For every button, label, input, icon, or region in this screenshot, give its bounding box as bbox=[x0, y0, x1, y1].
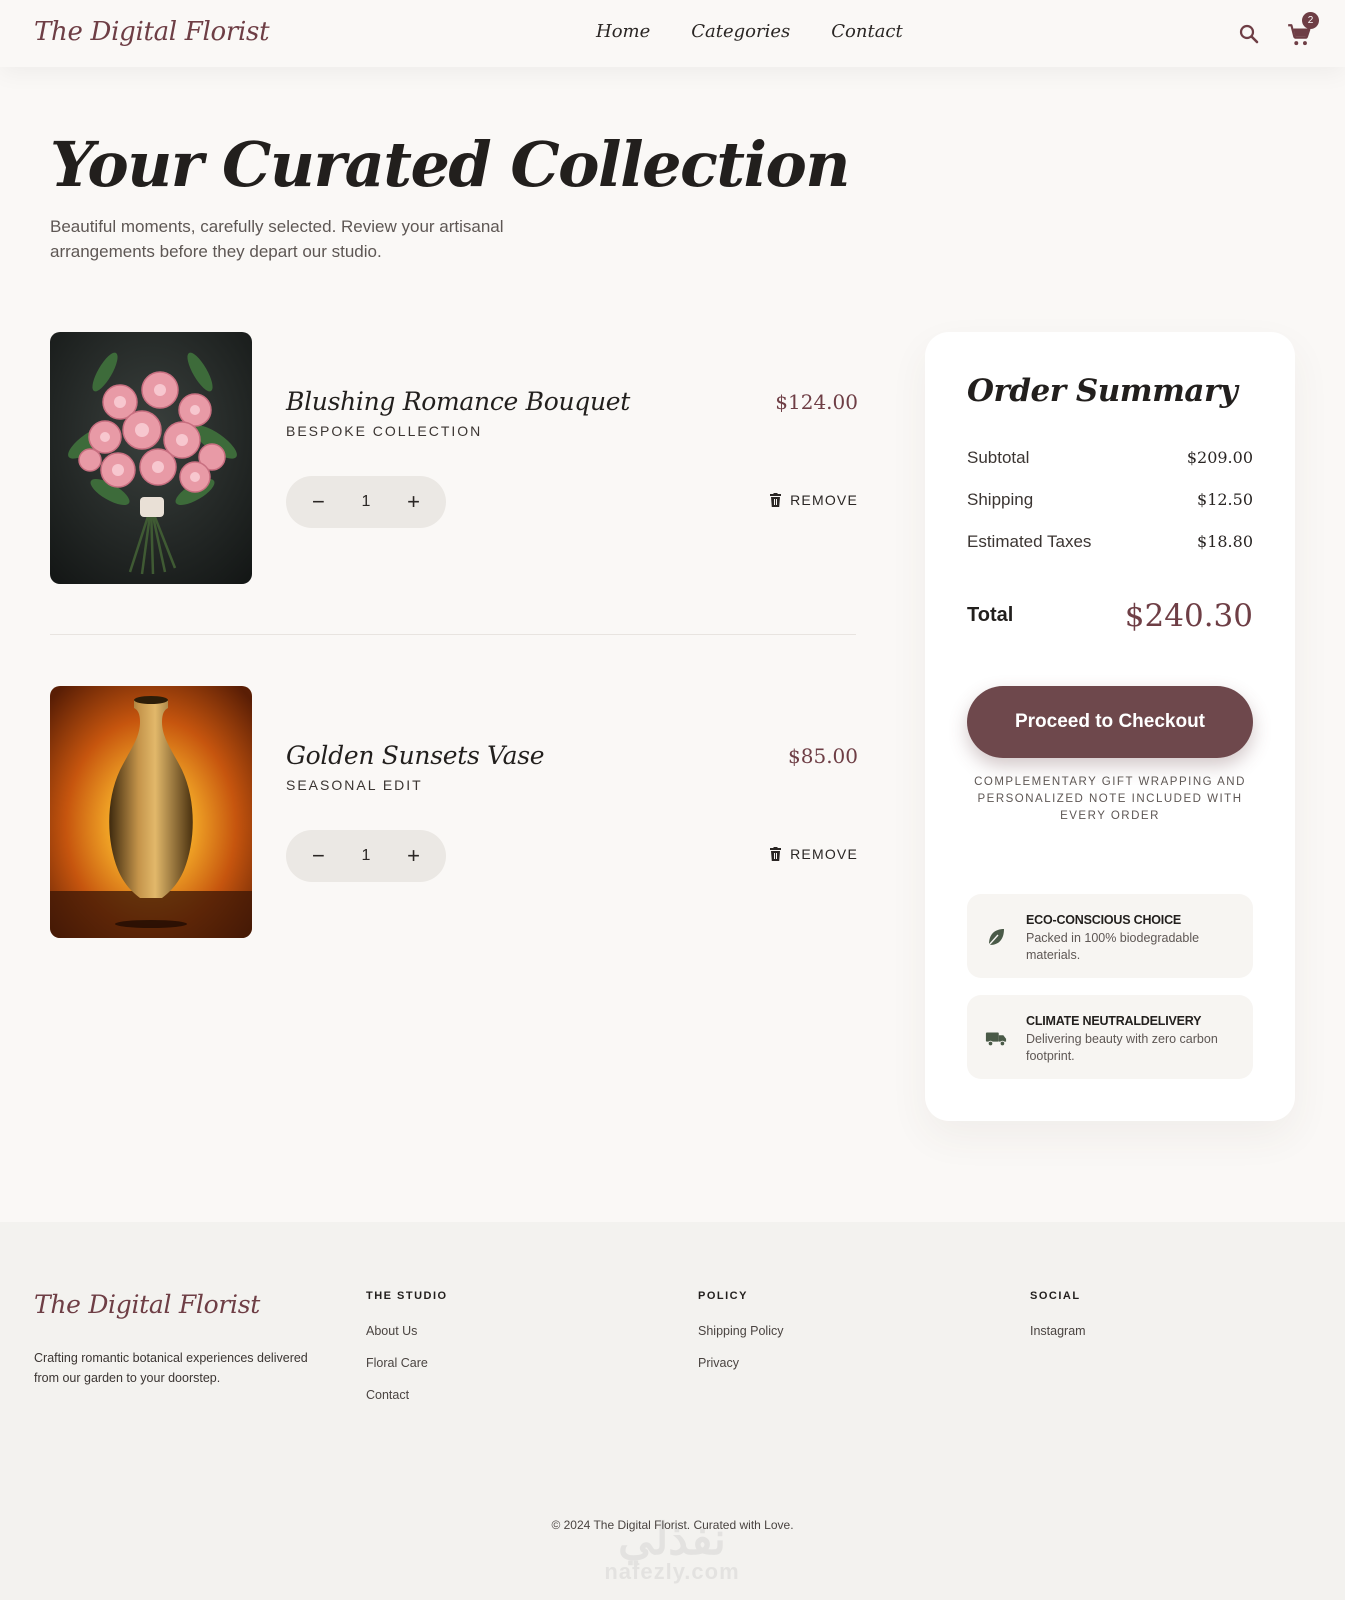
checkout-button[interactable]: Proceed to Checkout bbox=[967, 686, 1253, 758]
footer-link-instagram[interactable]: Instagram bbox=[1030, 1324, 1086, 1338]
total-value: $240.30 bbox=[1124, 598, 1253, 634]
trash-icon bbox=[770, 493, 782, 507]
shipping-row: Shipping $12.50 bbox=[967, 490, 1253, 510]
subtotal-value: $209.00 bbox=[1186, 448, 1253, 467]
item-divider bbox=[50, 634, 856, 635]
remove-button[interactable]: REMOVE bbox=[769, 846, 858, 862]
subtotal-label: Subtotal bbox=[967, 448, 1030, 467]
badge-title: CLIMATE NEUTRALDELIVERY bbox=[1026, 1014, 1202, 1028]
quantity-value: 1 bbox=[361, 847, 371, 864]
cart-item: Golden Sunsets Vase SEASONAL EDIT $85.00… bbox=[50, 686, 858, 938]
gift-note: COMPLEMENTARY GIFT WRAPPING AND PERSONAL… bbox=[974, 776, 1246, 822]
remove-label: REMOVE bbox=[790, 492, 858, 508]
footer-brand[interactable]: The Digital Florist bbox=[34, 1290, 260, 1319]
page-subtitle: Beautiful moments, carefully selected. R… bbox=[50, 217, 504, 261]
vase-image bbox=[50, 686, 252, 938]
bouquet-image bbox=[50, 332, 252, 584]
cart-item: Blushing Romance Bouquet BESPOKE COLLECT… bbox=[50, 332, 858, 584]
footer-column-policy: POLICY Shipping Policy Privacy bbox=[698, 1290, 783, 1388]
nav-link-contact[interactable]: Contact bbox=[831, 21, 902, 42]
badge-text: Delivering beauty with zero carbon footp… bbox=[1026, 1032, 1218, 1063]
remove-button[interactable]: REMOVE bbox=[769, 492, 858, 508]
taxes-value: $18.80 bbox=[1197, 532, 1253, 551]
quantity-stepper: − 1 + bbox=[286, 476, 446, 528]
top-nav: The Digital Florist Home Categories Cont… bbox=[0, 0, 1345, 67]
taxes-row: Estimated Taxes $18.80 bbox=[967, 532, 1253, 552]
eco-badge: ECO-CONSCIOUS CHOICE Packed in 100% biod… bbox=[967, 894, 1253, 978]
footer-heading: POLICY bbox=[698, 1290, 748, 1302]
footer-heading: THE STUDIO bbox=[366, 1290, 448, 1302]
quantity-value: 1 bbox=[361, 493, 371, 510]
footer-column-social: SOCIAL Instagram bbox=[1030, 1290, 1086, 1356]
main-nav-links: Home Categories Contact bbox=[596, 21, 903, 42]
brand-logo[interactable]: The Digital Florist bbox=[34, 17, 270, 47]
order-summary-title: Order Summary bbox=[967, 373, 1238, 409]
badge-text: Packed in 100% biodegradable materials. bbox=[1026, 931, 1200, 962]
shipping-label: Shipping bbox=[967, 490, 1034, 509]
item-collection: BESPOKE COLLECTION bbox=[286, 423, 483, 439]
decrement-button[interactable]: − bbox=[312, 845, 325, 867]
search-icon[interactable] bbox=[1237, 22, 1261, 46]
footer-column-studio: THE STUDIO About Us Floral Care Contact bbox=[366, 1290, 448, 1420]
total-label: Total bbox=[967, 604, 1014, 626]
remove-label: REMOVE bbox=[790, 846, 858, 862]
delivery-badge: CLIMATE NEUTRALDELIVERY Delivering beaut… bbox=[967, 995, 1253, 1079]
nav-link-categories[interactable]: Categories bbox=[691, 21, 790, 42]
item-collection: SEASONAL EDIT bbox=[286, 777, 423, 793]
taxes-label: Estimated Taxes bbox=[967, 532, 1092, 551]
watermark-arabic: نفذلي bbox=[618, 1515, 726, 1564]
footer-link-about[interactable]: About Us bbox=[366, 1324, 448, 1338]
footer-link-shipping-policy[interactable]: Shipping Policy bbox=[698, 1324, 783, 1338]
watermark-logo: نفذلي nafezly.com bbox=[592, 1514, 752, 1600]
footer-link-contact[interactable]: Contact bbox=[366, 1388, 448, 1402]
decrement-button[interactable]: − bbox=[312, 491, 325, 513]
footer-description: Crafting romantic botanical experiences … bbox=[34, 1351, 308, 1385]
leaf-icon bbox=[988, 929, 1004, 946]
shipping-value: $12.50 bbox=[1197, 490, 1253, 509]
order-summary-card: Order Summary Subtotal $209.00 Shipping … bbox=[925, 332, 1295, 1121]
trash-icon bbox=[770, 847, 782, 861]
nav-link-home[interactable]: Home bbox=[596, 21, 650, 42]
footer-link-privacy[interactable]: Privacy bbox=[698, 1356, 783, 1370]
item-name[interactable]: Blushing Romance Bouquet bbox=[286, 387, 630, 416]
watermark-latin: nafezly.com bbox=[604, 1559, 740, 1584]
increment-button[interactable]: + bbox=[407, 491, 420, 513]
badge-title: ECO-CONSCIOUS CHOICE bbox=[1026, 913, 1182, 927]
item-price: $124.00 bbox=[775, 390, 858, 414]
footer-heading: SOCIAL bbox=[1030, 1290, 1081, 1302]
cart-count-badge: 2 bbox=[1302, 12, 1319, 29]
increment-button[interactable]: + bbox=[407, 845, 420, 867]
page-title: Your Curated Collection bbox=[50, 128, 850, 201]
item-name[interactable]: Golden Sunsets Vase bbox=[286, 741, 545, 770]
item-price: $85.00 bbox=[788, 744, 858, 768]
quantity-stepper: − 1 + bbox=[286, 830, 446, 882]
subtotal-row: Subtotal $209.00 bbox=[967, 448, 1253, 468]
footer-link-floral-care[interactable]: Floral Care bbox=[366, 1356, 448, 1370]
truck-icon bbox=[985, 1032, 1007, 1047]
